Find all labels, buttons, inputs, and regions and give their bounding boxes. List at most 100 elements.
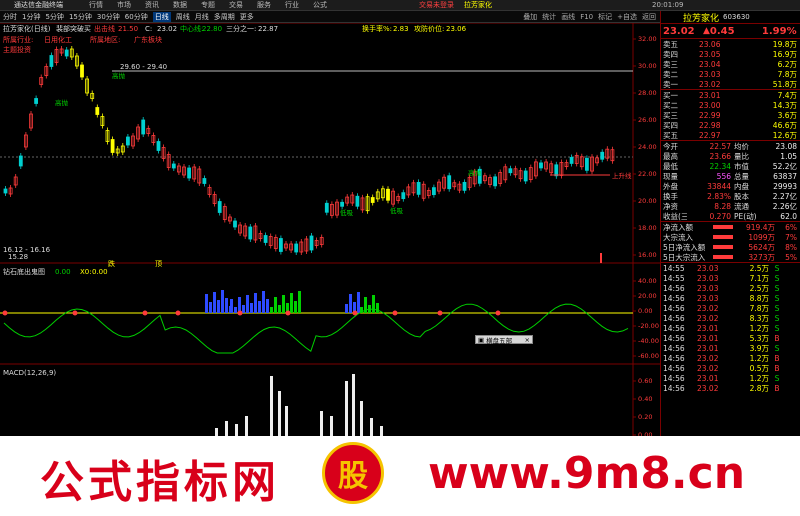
mid-hist-bar — [376, 303, 379, 313]
tool-overlay[interactable]: 叠加 — [523, 12, 537, 22]
industry-label: 所属行业: — [3, 35, 33, 44]
popup-close-icon[interactable]: × — [525, 336, 530, 344]
menu-item-jiaoyi[interactable]: 交易 — [229, 0, 243, 10]
macd-bar — [245, 416, 248, 436]
mid-hist-bar — [258, 301, 261, 313]
mid-marker-dot — [237, 310, 243, 316]
candle-body — [294, 243, 299, 253]
tool-add-watchlist[interactable]: +自选 — [617, 12, 637, 22]
stat-value: 2.83% — [707, 191, 731, 201]
stat-row: 外盘 33844 内盘 29993 — [661, 181, 800, 191]
mid-marker-dot — [2, 310, 8, 316]
candle-body — [569, 157, 574, 164]
tool-f10[interactable]: F10 — [580, 13, 593, 21]
bid-row: 买二 23.00 14.3万 — [661, 100, 800, 110]
candle-body — [217, 201, 222, 213]
mid-hist-bar — [262, 291, 265, 313]
mid-v2: 0.00 — [92, 268, 108, 276]
tab-1min[interactable]: 1分钟 — [22, 12, 40, 22]
stat-value: 29993 — [773, 181, 797, 191]
tab-weekly[interactable]: 周线 — [176, 12, 190, 22]
mid-hist-bar — [209, 302, 212, 313]
candle-body — [233, 220, 237, 228]
flow-bar — [713, 255, 733, 259]
tick-time: 14:56 — [663, 293, 685, 303]
ask-price: 23.03 — [699, 69, 721, 79]
tick-direction: S — [774, 373, 780, 383]
turnover-label: 换手率%: — [362, 24, 392, 33]
mid-hist-bar — [266, 299, 269, 313]
stat-value: 52.2亿 — [772, 161, 797, 171]
ask-list: 卖五 23.06 19.8万 卖四 23.05 16.9万 卖三 23.04 6.2万 卖二 23.… — [661, 38, 800, 89]
candle-body — [156, 141, 161, 151]
stat-row: 今开 22.57 均价 23.08 — [661, 141, 800, 151]
annotation-label: 高抛 — [468, 168, 482, 177]
mid-histogram — [205, 290, 379, 313]
tool-mark[interactable]: 标记 — [598, 12, 612, 22]
tab-fenshi[interactable]: 分时 — [3, 12, 17, 22]
tick-direction: S — [774, 343, 780, 353]
stat-value: 1.05 — [780, 151, 797, 161]
candle-body — [126, 136, 130, 146]
tick-price: 23.03 — [697, 283, 719, 293]
tick-volume: 2.8万 — [749, 383, 769, 393]
candle-body — [110, 139, 115, 153]
tool-draw[interactable]: 画线 — [561, 12, 575, 22]
indicator-name: 裴部突破买 — [56, 24, 91, 33]
candle-body — [355, 195, 360, 207]
bid-row: 买一 23.01 7.4万 — [661, 90, 800, 100]
tick-row: 14:55 23.03 2.5万 S — [661, 263, 800, 273]
menu-item-shuju[interactable]: 数据 — [173, 0, 187, 10]
flow-bar — [713, 225, 733, 229]
macd-bar — [320, 411, 323, 436]
trade-login-status[interactable]: 交易未登录 — [419, 0, 454, 10]
candle-body — [263, 235, 268, 243]
tick-time: 14:56 — [663, 383, 685, 393]
macd-bar — [235, 424, 238, 436]
macd-bar — [360, 401, 363, 436]
flow-pct: 5% — [785, 252, 797, 262]
bid-price: 22.98 — [699, 120, 721, 130]
ask-volume: 51.8万 — [772, 79, 797, 89]
tab-multi-period[interactable]: 多周期 — [214, 12, 235, 22]
popup-box[interactable]: ▣ 横盘五部 × — [475, 335, 533, 345]
tick-row: 14:56 23.02 1.2万 B — [661, 353, 800, 363]
bid-price: 22.97 — [699, 130, 721, 140]
menu-item-shichang[interactable]: 市场 — [117, 0, 131, 10]
tick-price: 23.02 — [697, 363, 719, 373]
mid-hist-bar — [274, 297, 277, 313]
flow-list: 净流入额 919.4万 6% 大宗流入 1099万 7% 5日净流入额 5624万 8% 5日大宗… — [661, 221, 800, 262]
tab-daily[interactable]: 日线 — [152, 11, 171, 22]
menu-item-hangqing[interactable]: 行情 — [89, 0, 103, 10]
tool-stats[interactable]: 统计 — [542, 12, 556, 22]
menubar-stock-name: 拉芳家化 — [464, 1, 492, 9]
tab-15min[interactable]: 15分钟 — [69, 12, 92, 22]
y-tick-label: -40.00 — [638, 337, 659, 345]
ask-row: 卖五 23.06 19.8万 — [661, 39, 800, 49]
candle-body — [523, 170, 528, 182]
y-tick-label: 0.00 — [638, 307, 652, 315]
tab-monthly[interactable]: 月线 — [195, 12, 209, 22]
annotation-label: 低吸 — [340, 208, 354, 217]
tick-row: 14:56 23.01 5.3万 B — [661, 333, 800, 343]
menu-item-hangye[interactable]: 行业 — [285, 0, 299, 10]
bookmark-link[interactable]: 主题投资 — [3, 45, 31, 54]
stat-row: 收益(三) 0.270PE(动) 62.0 — [661, 211, 800, 221]
tab-5min[interactable]: 5分钟 — [45, 12, 63, 22]
menu-item-gongshi[interactable]: 公式 — [313, 0, 327, 10]
tick-price: 23.01 — [697, 323, 719, 333]
chart-annotations: 高抛高抛低吸低吸高抛 — [55, 71, 482, 217]
flow-pct: 7% — [785, 232, 797, 242]
candle-body — [248, 226, 253, 240]
menu-item-zixun[interactable]: 资讯 — [145, 0, 159, 10]
stat-value: 22.34 — [709, 161, 731, 171]
flow-pct: 6% — [785, 222, 797, 232]
tick-row: 14:56 23.02 8.3万 S — [661, 313, 800, 323]
menu-item-zhuanti[interactable]: 专题 — [201, 0, 215, 10]
tab-60min[interactable]: 60分钟 — [125, 12, 148, 22]
y-tick-label: 20.00 — [638, 292, 657, 300]
tab-30min[interactable]: 30分钟 — [97, 12, 120, 22]
menu-item-fuwu[interactable]: 服务 — [257, 0, 271, 10]
tab-more[interactable]: 更多 — [240, 12, 254, 22]
tool-back[interactable]: 返回 — [642, 12, 656, 22]
